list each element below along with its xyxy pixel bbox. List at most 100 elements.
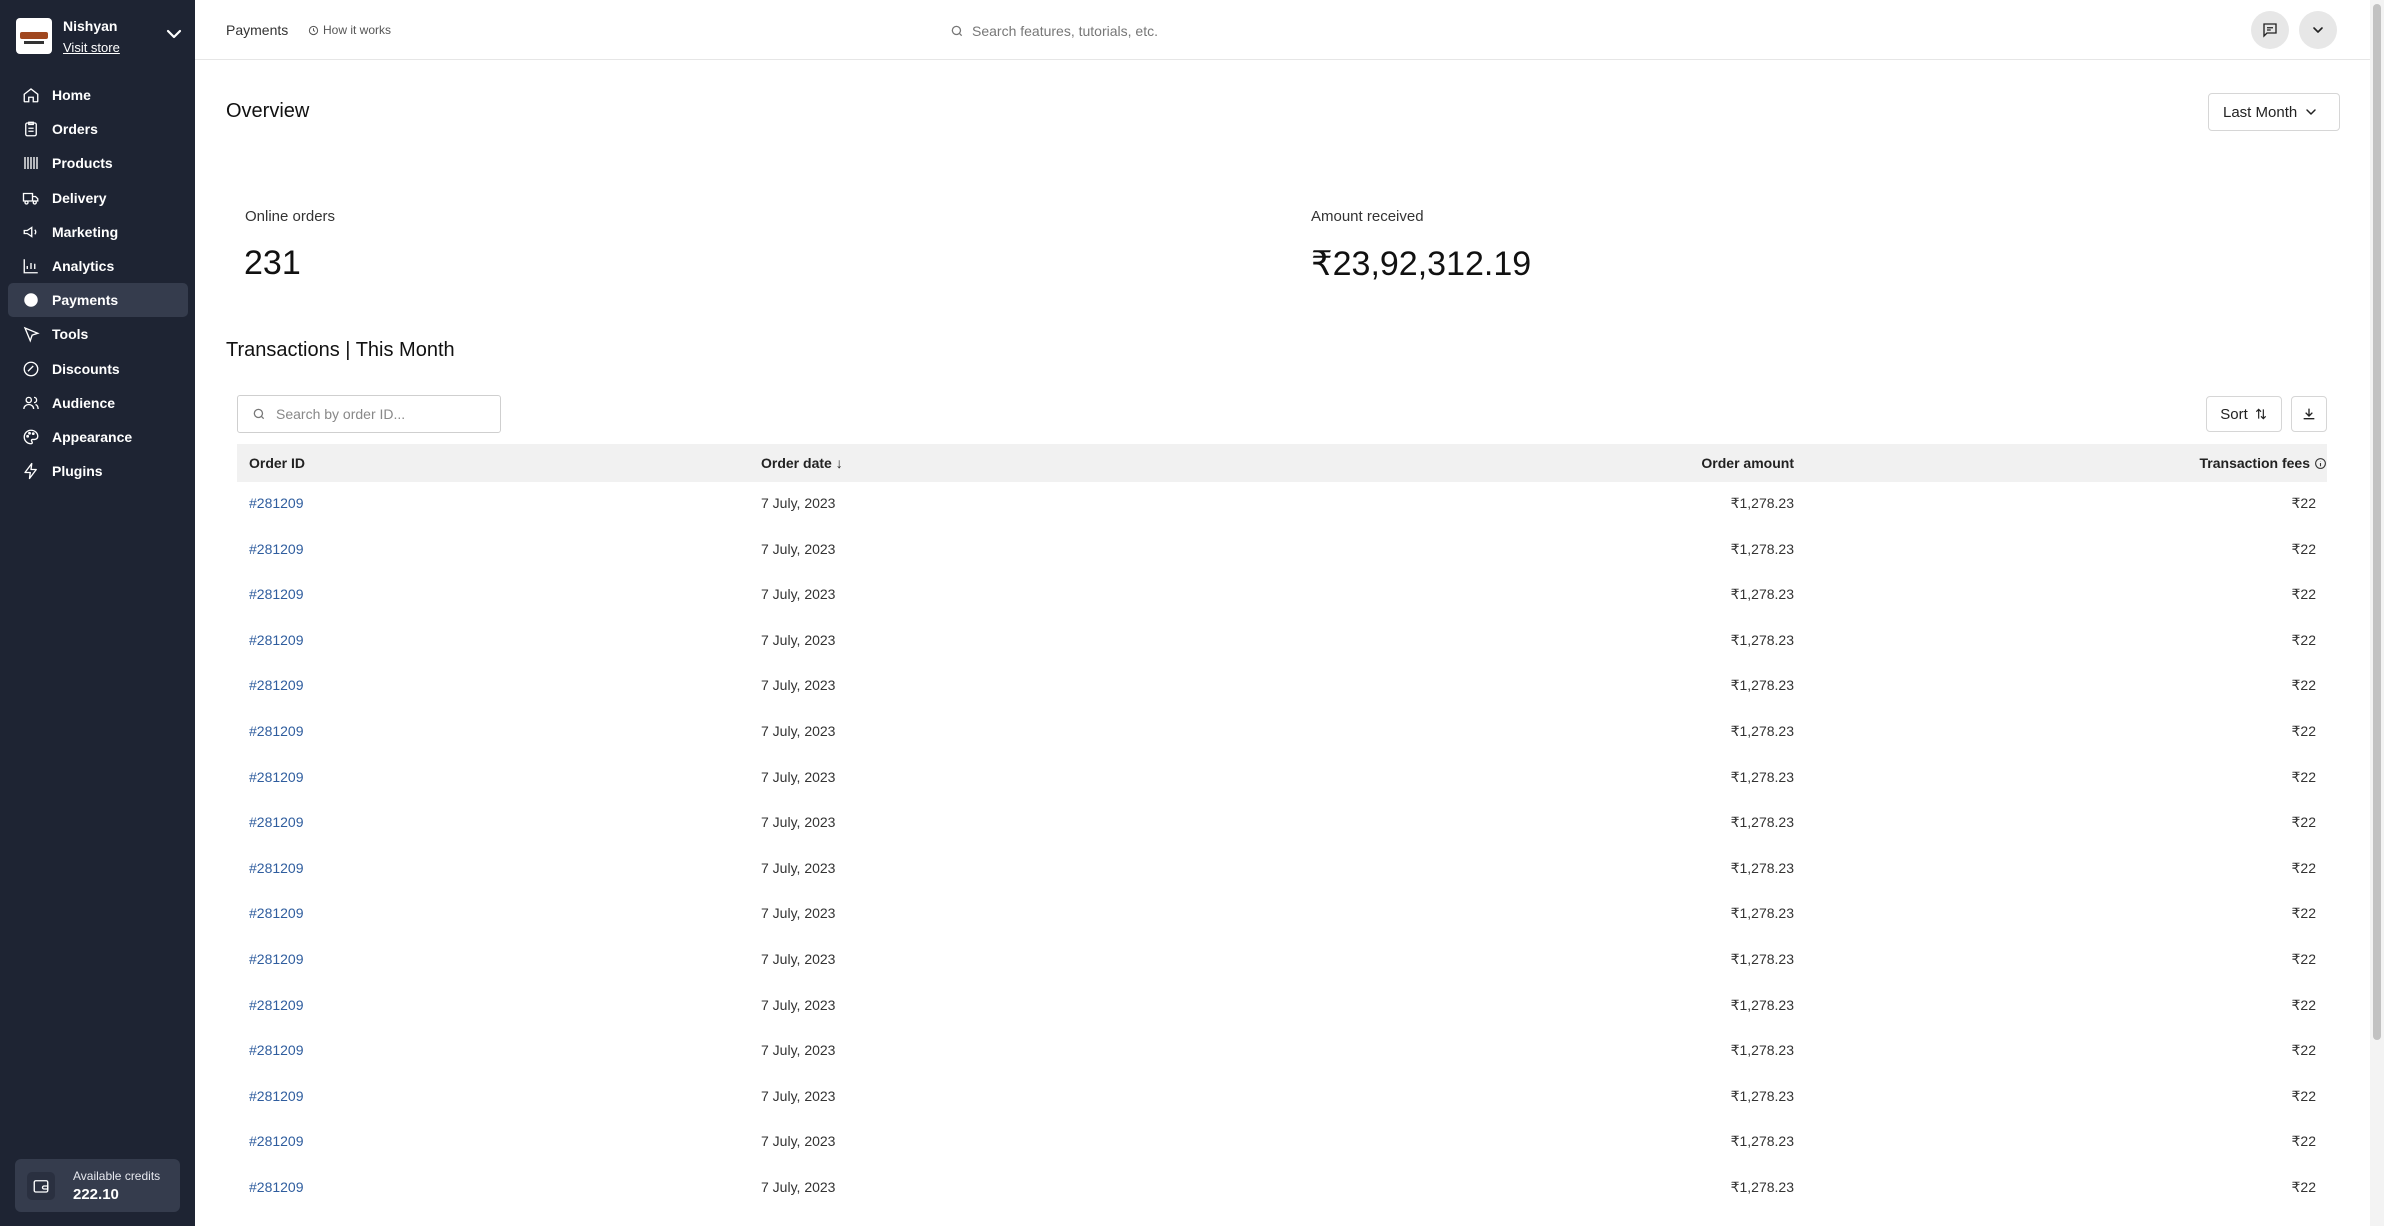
table-row[interactable]: #281209 7 July, 2023 ₹1,278.23 ₹22 xyxy=(237,619,2327,665)
table-row[interactable]: #281209 7 July, 2023 ₹1,278.23 ₹22 xyxy=(237,482,2327,528)
table-row[interactable]: #281209 7 July, 2023 ₹1,278.23 ₹22 xyxy=(237,1166,2327,1212)
sidebar-item-label: Analytics xyxy=(52,257,115,274)
chat-button[interactable] xyxy=(2251,11,2289,49)
wallet-icon xyxy=(27,1172,55,1200)
sidebar-item-tools[interactable]: Tools xyxy=(8,317,188,351)
sidebar-item-plugins[interactable]: Plugins xyxy=(8,454,188,488)
sidebar-item-discounts[interactable]: Discounts xyxy=(8,352,188,386)
table-row[interactable]: #281209 7 July, 2023 ₹1,278.23 ₹22 xyxy=(237,801,2327,847)
order-id-link[interactable]: #281209 xyxy=(249,586,304,602)
table-row[interactable]: #281209 7 July, 2023 ₹1,278.23 ₹22 xyxy=(237,528,2327,574)
order-id-link[interactable]: #281209 xyxy=(249,495,304,511)
sort-button[interactable]: Sort xyxy=(2206,396,2282,432)
order-date-cell: 7 July, 2023 xyxy=(761,495,836,511)
order-amount-cell: ₹1,278.23 xyxy=(1730,905,1794,922)
column-order-amount[interactable]: Order amount xyxy=(1701,455,1794,471)
order-id-link[interactable]: #281209 xyxy=(249,860,304,876)
table-body: #281209 7 July, 2023 ₹1,278.23 ₹22 #281209 7 … xyxy=(237,482,2327,1212)
order-date-cell: 7 July, 2023 xyxy=(761,905,836,922)
sidebar-item-orders[interactable]: Orders xyxy=(8,112,188,146)
sidebar-item-products[interactable]: Products xyxy=(8,146,188,180)
order-date-cell: 7 July, 2023 xyxy=(761,814,836,831)
table-row[interactable]: #281209 7 July, 2023 ₹1,278.23 ₹22 xyxy=(237,938,2327,984)
table-row[interactable]: #281209 7 July, 2023 ₹1,278.23 ₹22 xyxy=(237,756,2327,802)
sidebar-item-marketing[interactable]: Marketing xyxy=(8,215,188,249)
order-amount-cell: ₹1,278.23 xyxy=(1730,768,1794,785)
order-date-cell: 7 July, 2023 xyxy=(761,1133,836,1150)
order-id-link[interactable]: #281209 xyxy=(249,1088,304,1104)
order-id-link[interactable]: #281209 xyxy=(249,997,304,1013)
transaction-fee-cell: ₹22 xyxy=(2291,996,2316,1013)
breadcrumb: Payments xyxy=(226,22,289,38)
order-id-link[interactable]: #281209 xyxy=(249,769,304,785)
table-row[interactable]: #281209 7 July, 2023 ₹1,278.23 ₹22 xyxy=(237,984,2327,1030)
store-logo xyxy=(16,18,52,54)
order-id-link[interactable]: #281209 xyxy=(249,1133,304,1149)
sidebar-item-audience[interactable]: Audience xyxy=(8,386,188,420)
order-amount-cell: ₹1,278.23 xyxy=(1730,996,1794,1013)
search-icon xyxy=(253,408,265,420)
account-menu-button[interactable] xyxy=(2299,11,2337,49)
transaction-fee-cell: ₹22 xyxy=(2291,1178,2316,1195)
clock-icon xyxy=(308,25,319,35)
order-search-placeholder: Search by order ID... xyxy=(276,406,406,422)
table-row[interactable]: #281209 7 July, 2023 ₹1,278.23 ₹22 xyxy=(237,1120,2327,1166)
column-order-id[interactable]: Order ID xyxy=(249,455,305,471)
order-id-link[interactable]: #281209 xyxy=(249,1179,304,1195)
transaction-fee-cell: ₹22 xyxy=(2291,859,2316,876)
table-row[interactable]: #281209 7 July, 2023 ₹1,278.23 ₹22 xyxy=(237,1029,2327,1075)
info-icon[interactable] xyxy=(2314,457,2327,470)
sidebar-item-delivery[interactable]: Delivery xyxy=(8,181,188,215)
transaction-fee-cell: ₹22 xyxy=(2291,586,2316,603)
table-row[interactable]: #281209 7 July, 2023 ₹1,278.23 ₹22 xyxy=(237,1075,2327,1121)
order-id-link[interactable]: #281209 xyxy=(249,677,304,693)
table-row[interactable]: #281209 7 July, 2023 ₹1,278.23 ₹22 xyxy=(237,847,2327,893)
order-id-link[interactable]: #281209 xyxy=(249,951,304,967)
sidebar-item-analytics[interactable]: Analytics xyxy=(8,249,188,283)
table-row[interactable]: #281209 7 July, 2023 ₹1,278.23 ₹22 xyxy=(237,892,2327,938)
sidebar-item-label: Products xyxy=(52,155,113,172)
order-amount-cell: ₹1,278.23 xyxy=(1730,814,1794,831)
order-id-link[interactable]: #281209 xyxy=(249,1042,304,1058)
order-id-link[interactable]: #281209 xyxy=(249,905,304,921)
download-icon xyxy=(2303,408,2315,420)
visit-store-link[interactable]: Visit store xyxy=(63,40,120,55)
available-credits-card[interactable]: Available credits 222.10 xyxy=(15,1159,180,1212)
order-date-cell: 7 July, 2023 xyxy=(761,631,836,648)
sidebar-item-appearance[interactable]: Appearance xyxy=(8,420,188,454)
bolt-icon xyxy=(24,462,37,480)
order-amount-cell: ₹1,278.23 xyxy=(1730,859,1794,876)
order-amount-cell: ₹1,278.23 xyxy=(1730,1042,1794,1059)
transactions-table: Order ID Order date ↓ Order amount Trans… xyxy=(237,444,2327,1212)
table-row[interactable]: #281209 7 July, 2023 ₹1,278.23 ₹22 xyxy=(237,664,2327,710)
scrollbar-thumb[interactable] xyxy=(2373,4,2381,1040)
global-search-input[interactable]: Search features, tutorials, etc. xyxy=(950,20,1350,42)
transaction-fee-cell: ₹22 xyxy=(2291,722,2316,739)
table-row[interactable]: #281209 7 July, 2023 ₹1,278.23 ₹22 xyxy=(237,710,2327,756)
column-transaction-fees[interactable]: Transaction fees xyxy=(2200,455,2328,471)
chevron-down-icon[interactable] xyxy=(162,22,186,46)
sidebar-item-label: Tools xyxy=(52,326,89,343)
order-search-input[interactable]: Search by order ID... xyxy=(237,395,501,433)
products-icon xyxy=(24,157,38,170)
sidebar-item-home[interactable]: Home xyxy=(8,78,188,112)
order-id-link[interactable]: #281209 xyxy=(249,814,304,830)
discount-icon xyxy=(23,361,39,376)
date-range-dropdown[interactable]: Last Month xyxy=(2208,93,2340,131)
sidebar-item-payments[interactable]: Payments xyxy=(8,283,188,318)
table-row[interactable]: #281209 7 July, 2023 ₹1,278.23 ₹22 xyxy=(237,573,2327,619)
payments-icon xyxy=(24,293,38,307)
order-id-link[interactable]: #281209 xyxy=(249,723,304,739)
store-switcher[interactable]: Nishyan Visit store xyxy=(14,14,184,60)
how-it-works-link[interactable]: How it works xyxy=(308,23,391,37)
column-order-date[interactable]: Order date ↓ xyxy=(761,455,843,471)
palette-icon xyxy=(23,429,39,445)
order-date-cell: 7 July, 2023 xyxy=(761,1178,836,1195)
order-date-cell: 7 July, 2023 xyxy=(761,996,836,1013)
transaction-fee-cell: ₹22 xyxy=(2291,495,2316,511)
store-name: Nishyan xyxy=(63,18,118,34)
download-button[interactable] xyxy=(2291,396,2327,432)
order-id-link[interactable]: #281209 xyxy=(249,541,304,557)
column-transaction-fees-label: Transaction fees xyxy=(2199,455,2311,471)
order-id-link[interactable]: #281209 xyxy=(249,632,304,648)
